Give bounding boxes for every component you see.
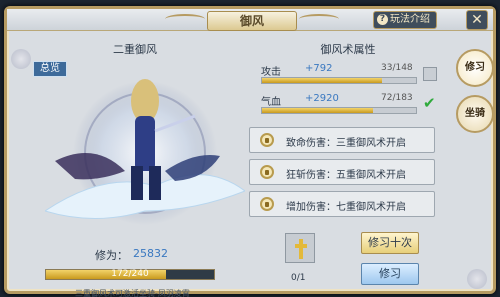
attribute-level: 72/183: [381, 93, 413, 103]
right-panel: 御风术属性 攻击 +792 33/148 气血 +2920 72/183 ✔ 致…: [243, 37, 441, 287]
bonus-row: 狂斩伤害：五重御风术开启: [249, 159, 435, 185]
material-item-count: 0/1: [291, 273, 306, 283]
close-icon: ✕: [471, 12, 483, 28]
exp-progress-bar: 172/240: [45, 269, 215, 280]
attribute-row-hp: 气血 +2920 72/183 ✔: [261, 93, 437, 117]
character-leg-left: [131, 166, 143, 200]
attributes-title: 御风术属性: [320, 43, 376, 56]
game-window: 御风 ? 玩法介绍 ✕ 二重御风 总览 修为： 25832 172/240 三重…: [4, 6, 496, 297]
decorative-flower-right: [467, 269, 487, 289]
help-button[interactable]: ? 玩法介绍: [373, 11, 437, 29]
decorative-flower-left: [11, 49, 31, 69]
bonus-text: 致命伤害：三重御风术开启: [286, 138, 406, 149]
material-item-slot[interactable]: [285, 233, 315, 263]
window-title: 御风: [207, 11, 297, 31]
attribute-progress-bar: [261, 107, 417, 114]
bonus-text: 增加伤害：七重御风术开启: [286, 202, 406, 213]
side-tab-mount[interactable]: 坐骑: [456, 95, 494, 133]
left-panel: 二重御风 总览 修为： 25832 172/240 三重御风术可激活坐骑-凤羽凌…: [25, 37, 245, 297]
close-button[interactable]: ✕: [466, 10, 488, 30]
lock-icon: [260, 133, 274, 147]
material-item-icon: [295, 239, 307, 259]
lock-icon: [260, 197, 274, 211]
character-leg-right: [149, 166, 161, 200]
lock-icon: [260, 165, 274, 179]
title-ornament-left: [165, 14, 205, 24]
xiuwei-label: 修为：: [95, 249, 128, 262]
help-icon: ?: [377, 14, 388, 25]
xiuwei-value: 25832: [133, 247, 168, 260]
technique-level-name: 二重御风: [113, 43, 157, 56]
character-art: [45, 79, 245, 225]
bonus-row: 增加伤害：七重御风术开启: [249, 191, 435, 217]
character-body: [135, 116, 155, 171]
title-bar: 御风 ? 玩法介绍 ✕: [7, 9, 493, 31]
attribute-name: 攻击: [261, 67, 281, 78]
mount-unlock-hint: 三重御风术可激活坐骑-凤羽凌霄: [75, 289, 190, 297]
bonus-row: 致命伤害：三重御风术开启: [249, 127, 435, 153]
help-label: 玩法介绍: [390, 14, 430, 25]
attribute-checkbox[interactable]: [423, 67, 437, 81]
exp-progress-text: 172/240: [111, 269, 149, 279]
attribute-progress-fill: [262, 108, 373, 113]
train-ten-times-button[interactable]: 修习十次: [361, 232, 419, 254]
checkmark-icon[interactable]: ✔: [423, 95, 439, 111]
attribute-name: 气血: [261, 97, 281, 108]
attribute-progress-fill: [262, 78, 383, 83]
attribute-bonus: +792: [305, 63, 333, 74]
train-button[interactable]: 修习: [361, 263, 419, 285]
attribute-level: 33/148: [381, 63, 413, 73]
bonus-text: 狂斩伤害：五重御风术开启: [286, 170, 406, 181]
side-tab-train[interactable]: 修习: [456, 49, 494, 87]
attribute-row-attack: 攻击 +792 33/148: [261, 63, 437, 87]
attribute-progress-bar: [261, 77, 417, 84]
attribute-bonus: +2920: [305, 93, 339, 104]
title-ornament-right: [299, 14, 339, 24]
